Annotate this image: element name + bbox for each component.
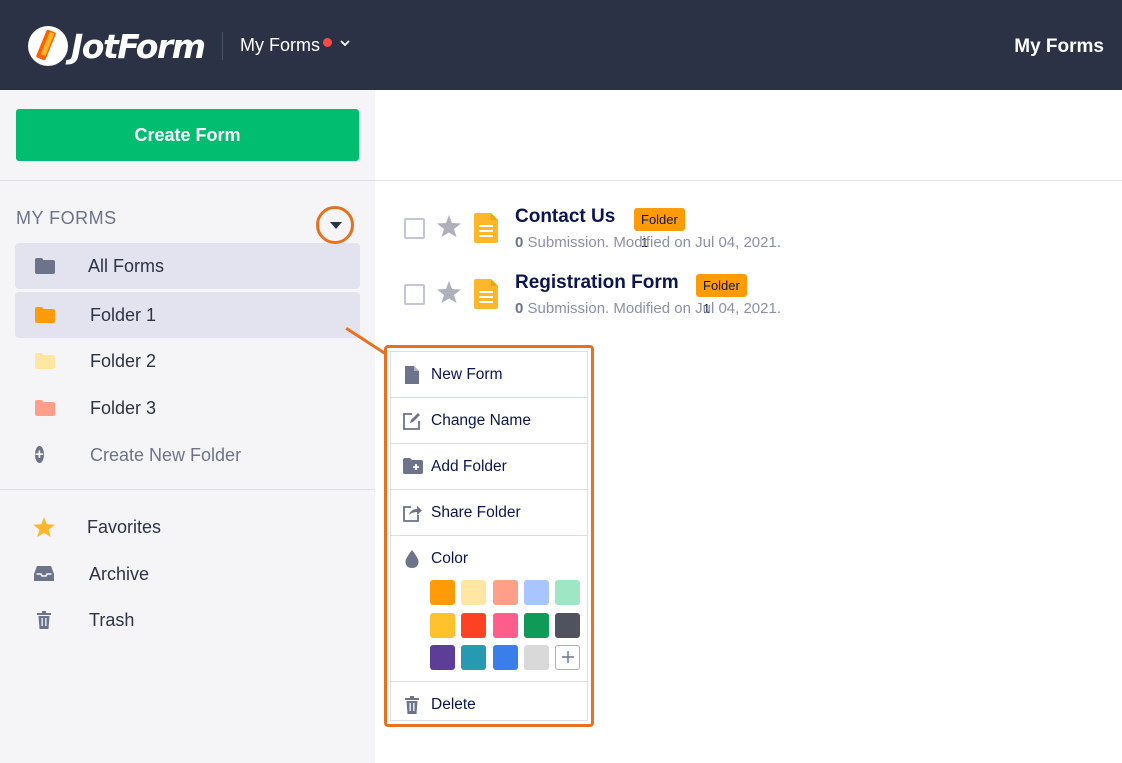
create-new-folder-button[interactable]: + Create New Folder	[15, 432, 360, 478]
chevron-down-icon[interactable]	[340, 38, 350, 50]
sidebar-divider	[0, 489, 375, 490]
folder-context-menu: New Form Change Name Add Folder Share Fo…	[384, 345, 594, 727]
sidebar-item-label: Favorites	[87, 516, 162, 537]
form-checkbox[interactable]	[404, 284, 425, 305]
sidebar-heading: MY FORMS	[16, 208, 117, 228]
sidebar-item-label: All Forms	[88, 255, 164, 276]
sidebar-item-trash[interactable]: Trash	[15, 597, 360, 643]
color-swatch-salmon[interactable]	[493, 580, 518, 605]
add-color-button[interactable]	[555, 645, 580, 670]
edit-icon	[403, 412, 421, 430]
menu-item-change-name[interactable]: Change Name	[391, 398, 587, 444]
menu-item-add-folder[interactable]: Add Folder	[391, 444, 587, 490]
folder-plus-icon	[403, 457, 423, 476]
folder-icon	[35, 353, 55, 369]
menu-panel: New Form Change Name Add Folder Share Fo…	[390, 351, 588, 721]
trash-icon	[403, 696, 421, 714]
sidebar-item-folder-3[interactable]: Folder 3	[15, 385, 360, 431]
star-icon[interactable]	[437, 279, 461, 310]
app-header: JotForm My Forms My Forms	[0, 0, 1122, 90]
menu-item-label: New Form	[431, 365, 503, 383]
header-divider	[222, 32, 223, 60]
sidebar: Create Form MY FORMS All Forms Folder 1 …	[0, 90, 375, 763]
toolbar-divider	[375, 180, 1122, 181]
plus-circle-icon: +	[35, 446, 44, 463]
menu-item-delete[interactable]: Delete	[391, 682, 587, 728]
folder-icon	[35, 307, 55, 323]
folder-badge: Folder 1	[634, 208, 685, 250]
form-document-icon	[474, 279, 498, 309]
sidebar-item-archive[interactable]: Archive	[15, 551, 360, 597]
document-icon	[403, 365, 421, 384]
sidebar-item-label: Trash	[89, 609, 135, 630]
color-swatch-light-gray[interactable]	[524, 645, 549, 670]
share-icon	[403, 504, 422, 522]
color-swatch-yellow[interactable]	[430, 613, 455, 638]
color-swatch-teal[interactable]	[461, 645, 486, 670]
color-swatch-light-blue[interactable]	[524, 580, 549, 605]
my-forms-nav[interactable]: My Forms	[240, 35, 320, 56]
form-meta-text: Submission. Modified on Jul 04, 2021.	[523, 234, 782, 251]
notification-dot	[323, 38, 332, 47]
logo-pencil-icon	[28, 26, 68, 66]
color-swatch-dark-gray[interactable]	[555, 613, 580, 638]
sidebar-item-all-forms[interactable]: All Forms	[15, 243, 360, 289]
create-form-button[interactable]: Create Form	[16, 109, 359, 161]
droplet-icon	[403, 550, 421, 568]
color-swatch-blue[interactable]	[493, 645, 518, 670]
sidebar-item-favorites[interactable]: Favorites	[15, 504, 360, 550]
star-icon	[33, 517, 55, 537]
sidebar-item-folder-1[interactable]: Folder 1	[15, 292, 360, 338]
form-meta-text: Submission. Modified on Jul 04, 2021.	[523, 300, 782, 317]
menu-item-color: Color	[391, 536, 587, 582]
form-title[interactable]: Registration Form	[515, 272, 679, 294]
sidebar-divider	[0, 180, 375, 181]
menu-item-label: Change Name	[431, 411, 531, 429]
star-icon[interactable]	[437, 213, 461, 244]
form-document-icon	[474, 213, 498, 243]
form-meta: 0 Submission. Modified on Jul 04, 2021.	[515, 234, 781, 251]
menu-item-label: Color	[431, 550, 469, 567]
color-swatch-pink[interactable]	[493, 613, 518, 638]
menu-item-label: Delete	[431, 696, 476, 713]
caret-down-icon	[330, 222, 342, 229]
folder-icon	[35, 400, 55, 416]
menu-item-share-folder[interactable]: Share Folder	[391, 490, 587, 536]
sidebar-item-label: Folder 2	[90, 350, 157, 371]
sidebar-item-label: Folder 1	[90, 304, 157, 325]
color-swatch-green[interactable]	[524, 613, 549, 638]
form-meta: 0 Submission. Modified on Jul 04, 2021.	[515, 300, 781, 317]
trash-icon	[37, 611, 51, 629]
sidebar-item-label: Folder 3	[90, 397, 157, 418]
inbox-icon	[34, 565, 54, 583]
menu-item-label: Share Folder	[431, 503, 521, 521]
jotform-logo[interactable]: JotForm	[28, 26, 206, 66]
form-checkbox[interactable]	[404, 218, 425, 239]
color-swatch-orange[interactable]	[430, 580, 455, 605]
folder-options-button[interactable]	[316, 206, 354, 244]
folder-icon	[35, 258, 55, 274]
color-swatch-light-yellow[interactable]	[461, 580, 486, 605]
color-swatch-purple[interactable]	[430, 645, 455, 670]
folder-badge: Folder 1	[696, 274, 747, 316]
sidebar-item-label: Archive	[89, 563, 150, 584]
form-title[interactable]: Contact Us	[515, 206, 615, 228]
logo-text: JotForm	[71, 26, 206, 66]
page-title: My Forms	[1014, 36, 1104, 57]
sidebar-item-folder-2[interactable]: Folder 2	[15, 338, 360, 384]
menu-item-label: Add Folder	[431, 457, 507, 475]
menu-item-new-form[interactable]: New Form	[391, 352, 587, 398]
sidebar-item-label: Create New Folder	[90, 444, 242, 465]
color-swatch-mint[interactable]	[555, 580, 580, 605]
color-swatch-red[interactable]	[461, 613, 486, 638]
